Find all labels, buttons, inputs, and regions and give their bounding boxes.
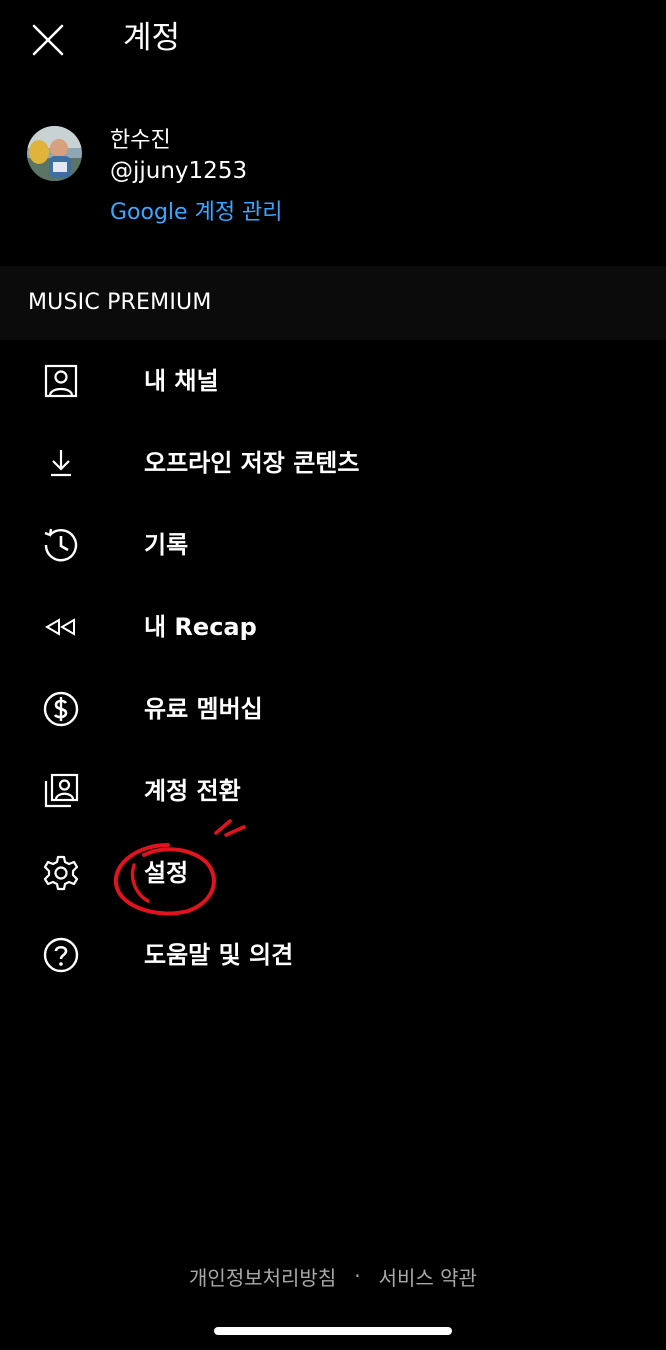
footer: 개인정보처리방침 · 서비스 약관 (0, 1258, 666, 1294)
menu-item-history[interactable]: 기록 (0, 504, 666, 586)
menu-item-paid-membership[interactable]: 유료 멤버십 (0, 668, 666, 750)
help-icon (40, 936, 82, 974)
menu-item-label: 도움말 및 의견 (144, 941, 294, 969)
menu-item-switch-account[interactable]: 계정 전환 (0, 750, 666, 832)
person-box-icon (40, 362, 82, 400)
gear-icon (40, 854, 82, 892)
avatar[interactable] (27, 126, 82, 181)
close-icon (32, 24, 64, 56)
profile-section: 한수진 @jjuny1253 Google 계정 관리 (0, 110, 666, 260)
rewind-icon (40, 608, 82, 646)
menu-item-label: 오프라인 저장 콘텐츠 (144, 449, 360, 477)
menu-item-label: 설정 (144, 859, 189, 887)
manage-google-account-link[interactable]: Google 계정 관리 (110, 198, 283, 228)
menu-item-settings[interactable]: 설정 (0, 832, 666, 914)
section-header: MUSIC PREMIUM (0, 266, 666, 340)
header: 계정 (0, 0, 666, 80)
menu-item-label: 내 채널 (144, 367, 219, 395)
menu-item-label: 유료 멤버십 (144, 695, 263, 723)
section-label: MUSIC PREMIUM (28, 290, 212, 315)
menu-item-my-channel[interactable]: 내 채널 (0, 340, 666, 422)
history-icon (40, 526, 82, 564)
dollar-circle-icon (40, 690, 82, 728)
privacy-policy-link[interactable]: 개인정보처리방침 (189, 1262, 336, 1291)
menu-item-recap[interactable]: 내 Recap (0, 586, 666, 668)
close-button[interactable] (24, 18, 72, 62)
menu-item-label: 계정 전환 (144, 777, 241, 805)
page-title: 계정 (123, 20, 181, 56)
download-icon (40, 444, 82, 482)
profile-handle: @jjuny1253 (110, 158, 248, 184)
switch-account-icon (40, 772, 82, 810)
menu-item-downloads[interactable]: 오프라인 저장 콘텐츠 (0, 422, 666, 504)
footer-separator: · (354, 1264, 361, 1288)
terms-of-service-link[interactable]: 서비스 약관 (379, 1262, 477, 1291)
menu-item-label: 내 Recap (144, 613, 257, 641)
menu-item-help-feedback[interactable]: 도움말 및 의견 (0, 914, 666, 996)
profile-name: 한수진 (110, 128, 171, 153)
home-indicator[interactable] (214, 1327, 452, 1335)
menu-item-label: 기록 (144, 531, 189, 559)
